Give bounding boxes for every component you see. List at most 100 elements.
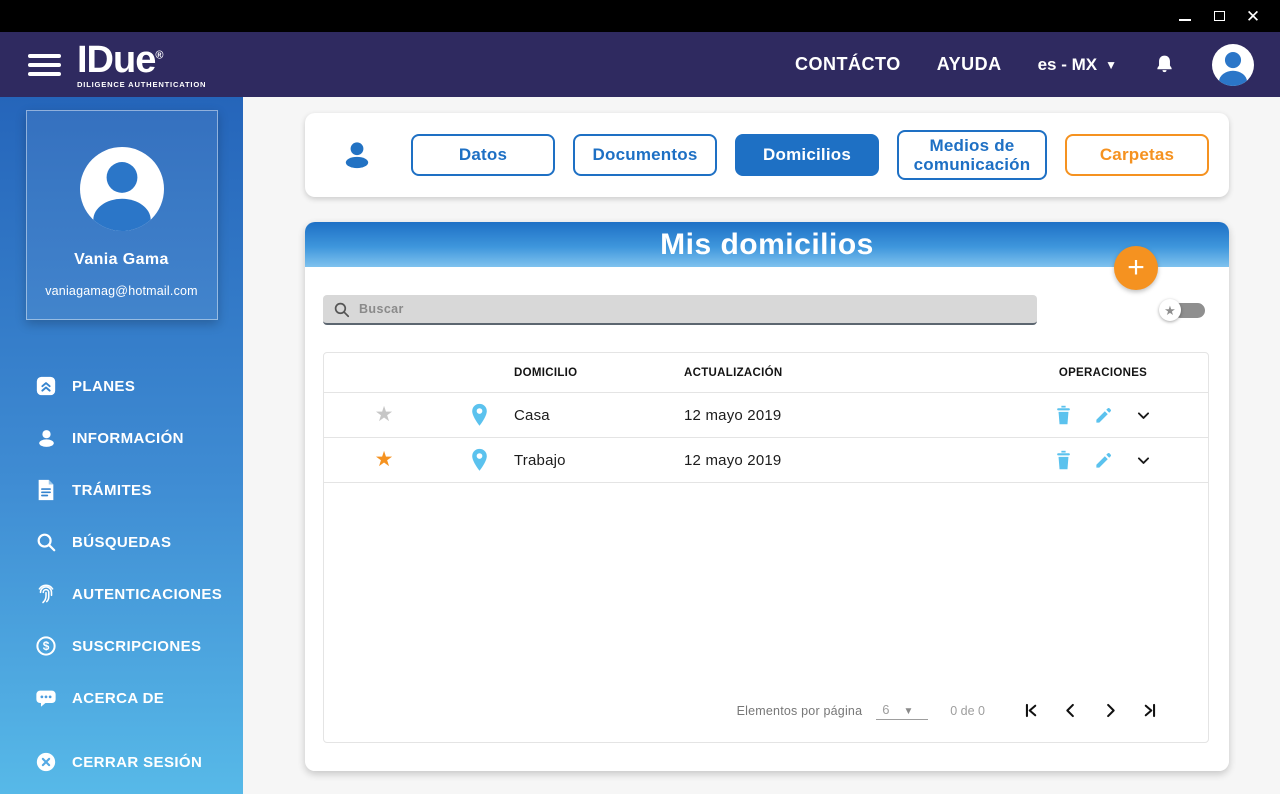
- delete-icon[interactable]: [1055, 450, 1072, 470]
- toggle-thumb: ★: [1159, 299, 1181, 321]
- menu-icon[interactable]: [28, 53, 61, 76]
- column-header-operaciones: OPERACIONES: [1058, 366, 1148, 379]
- sidebar-item-tramites[interactable]: TRÁMITES: [0, 464, 243, 516]
- chat-bubble-icon: [34, 686, 58, 710]
- nav-contact[interactable]: CONTÁCTO: [795, 54, 901, 75]
- sidebar-item-label: BÚSQUEDAS: [72, 533, 172, 551]
- star-icon: ★: [1164, 302, 1176, 318]
- sidebar-item-label: INFORMACIÓN: [72, 429, 184, 447]
- tab-carpetas[interactable]: Carpetas: [1065, 134, 1209, 176]
- sidebar-item-label: CERRAR SESIÓN: [72, 753, 203, 771]
- expand-chevron-icon[interactable]: [1135, 407, 1152, 424]
- title-bar: ✕: [0, 0, 1280, 32]
- logo-tagline: DILIGENCE AUTHENTICATION: [77, 79, 207, 89]
- favorites-toggle[interactable]: ★: [1159, 298, 1205, 322]
- maximize-button[interactable]: [1202, 2, 1236, 30]
- dollar-circle-icon: $: [34, 634, 58, 658]
- sidebar-item-suscripciones[interactable]: $ SUSCRIPCIONES: [0, 620, 243, 672]
- profile-tabs-card: Datos Documentos Domicilios Medios de co…: [305, 113, 1229, 197]
- app-logo: IDue® DILIGENCE AUTHENTICATION: [77, 41, 206, 89]
- table-header-row: DOMICILIO ACTUALIZACIÓN OPERACIONES: [324, 353, 1208, 393]
- close-button[interactable]: ✕: [1236, 2, 1270, 30]
- domicile-updated: 12 mayo 2019: [684, 406, 782, 424]
- pagination: Elementos por página 6 ▼ 0 de 0: [737, 701, 1160, 720]
- panel-body: ★ DOMICILIO ACTUALIZACIÓN OPERACIONES: [305, 267, 1229, 771]
- logo-text: IDue: [77, 38, 156, 81]
- person-icon: [92, 162, 151, 231]
- sidebar-menu: PLANES INFORMACIÓN TRÁMITES BÚSQUEDAS AU…: [0, 360, 243, 788]
- column-header-actualizacion: ACTUALIZACIÓN: [684, 366, 783, 379]
- page-size-value: 6: [882, 701, 890, 717]
- notifications-bell-icon[interactable]: [1153, 53, 1176, 76]
- sidebar-item-acerca-de[interactable]: ACERCA DE: [0, 672, 243, 724]
- user-email: vaniagamag@hotmail.com: [45, 284, 198, 298]
- expand-chevron-icon[interactable]: [1135, 452, 1152, 469]
- logout-icon: [34, 750, 58, 774]
- first-page-button[interactable]: [1021, 701, 1040, 720]
- page-range-label: 0 de 0: [950, 703, 985, 718]
- user-card: Vania Gama vaniagamag@hotmail.com: [25, 110, 218, 320]
- search-input[interactable]: [359, 302, 1027, 316]
- plus-icon: +: [1127, 251, 1145, 284]
- sidebar-item-cerrar-sesion[interactable]: CERRAR SESIÓN: [0, 736, 243, 788]
- table-row: ★ Trabajo 12 mayo 2019: [324, 438, 1208, 483]
- profile-person-icon: [341, 138, 373, 172]
- minimize-icon: [1179, 19, 1191, 21]
- registered-mark: ®: [155, 49, 163, 62]
- domiciles-table: DOMICILIO ACTUALIZACIÓN OPERACIONES ★ Ca…: [323, 352, 1209, 743]
- items-per-page-label: Elementos por página: [736, 703, 863, 718]
- sidebar-item-busquedas[interactable]: BÚSQUEDAS: [0, 516, 243, 568]
- sidebar-item-planes[interactable]: PLANES: [0, 360, 243, 412]
- maximize-icon: [1213, 11, 1225, 21]
- delete-icon[interactable]: [1055, 405, 1072, 425]
- sidebar-item-autenticaciones[interactable]: AUTENTICACIONES: [0, 568, 243, 620]
- person-icon: [34, 426, 58, 450]
- fingerprint-icon: [34, 582, 58, 606]
- edit-icon[interactable]: [1094, 406, 1113, 425]
- tab-domicilios[interactable]: Domicilios: [735, 134, 879, 176]
- tab-documentos[interactable]: Documentos: [573, 134, 717, 176]
- sidebar-item-label: TRÁMITES: [72, 481, 152, 499]
- column-header-domicilio: DOMICILIO: [514, 366, 578, 379]
- page-size-select[interactable]: 6 ▼: [876, 701, 929, 720]
- prev-page-button[interactable]: [1061, 701, 1080, 720]
- search-bar[interactable]: [323, 295, 1037, 325]
- app-window: ✕ IDue® DILIGENCE AUTHENTICATION CONTÁCT…: [0, 0, 1280, 794]
- domicile-name: Trabajo: [514, 451, 566, 469]
- add-domicile-button[interactable]: +: [1114, 246, 1158, 290]
- chevron-down-icon: ▼: [903, 705, 914, 717]
- favorite-star-icon[interactable]: ★: [375, 449, 394, 470]
- app-header: IDue® DILIGENCE AUTHENTICATION CONTÁCTO …: [0, 32, 1280, 97]
- sidebar-item-informacion[interactable]: INFORMACIÓN: [0, 412, 243, 464]
- domicile-updated: 12 mayo 2019: [684, 451, 782, 469]
- location-pin-icon: [444, 403, 514, 427]
- person-icon: [1219, 51, 1247, 86]
- table-row: ★ Casa 12 mayo 2019: [324, 393, 1208, 438]
- favorite-star-icon[interactable]: ★: [375, 404, 394, 425]
- user-avatar[interactable]: [1212, 43, 1254, 86]
- edit-icon[interactable]: [1094, 451, 1113, 470]
- document-icon: [34, 478, 58, 502]
- close-icon: ✕: [1245, 6, 1261, 26]
- language-label: es - MX: [1037, 54, 1098, 74]
- domicilios-panel: Mis domicilios + ★: [305, 222, 1229, 771]
- svg-text:$: $: [43, 639, 50, 653]
- domicile-name: Casa: [514, 406, 550, 424]
- next-page-button[interactable]: [1101, 701, 1120, 720]
- search-icon: [333, 301, 350, 318]
- plans-icon: [34, 374, 58, 398]
- nav-help[interactable]: AYUDA: [937, 54, 1002, 75]
- user-name: Vania Gama: [74, 251, 169, 268]
- chevron-down-icon: ▼: [1105, 57, 1117, 72]
- sidebar-item-label: AUTENTICACIONES: [72, 585, 223, 603]
- minimize-button[interactable]: [1168, 2, 1202, 30]
- main-content: Datos Documentos Domicilios Medios de co…: [243, 97, 1280, 794]
- last-page-button[interactable]: [1141, 701, 1160, 720]
- sidebar-item-label: SUSCRIPCIONES: [72, 637, 202, 655]
- language-selector[interactable]: es - MX ▼: [1038, 55, 1117, 75]
- sidebar-item-label: PLANES: [72, 377, 136, 395]
- sidebar: Vania Gama vaniagamag@hotmail.com PLANES…: [0, 97, 243, 794]
- location-pin-icon: [444, 448, 514, 472]
- tab-datos[interactable]: Datos: [411, 134, 555, 176]
- tab-medios-de-comunicacion[interactable]: Medios de comunicación: [897, 130, 1047, 180]
